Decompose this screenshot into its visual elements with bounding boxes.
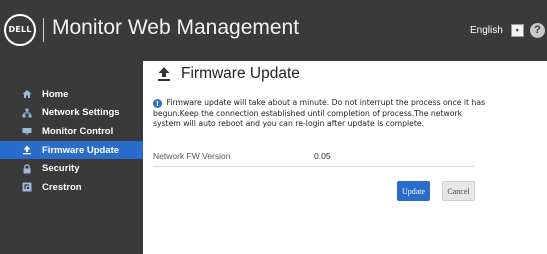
monitor-icon	[22, 126, 32, 136]
firmware-notice: i Firmware update will take about a minu…	[153, 98, 489, 130]
sidebar-item-label: Firmware Update	[42, 144, 120, 156]
fw-version-value: 0.05	[314, 150, 331, 161]
help-icon[interactable]: ?	[530, 23, 545, 38]
chevron-down-icon[interactable]: ▾	[510, 24, 524, 37]
fw-version-row: Network FW Version 0.05	[153, 145, 475, 167]
header-bar: DELL Monitor Web Management English ▾ ?	[0, 0, 547, 61]
sidebar-item-label: Network Settings	[42, 107, 120, 119]
page-title-text: Firmware Update	[181, 65, 300, 82]
sidebar: Home Network Settings Monitor Control Fi…	[0, 61, 143, 254]
header-divider	[43, 18, 44, 42]
sidebar-item-label: Crestron	[42, 181, 82, 193]
app-title: Monitor Web Management	[52, 16, 300, 39]
sidebar-nav: Home Network Settings Monitor Control Fi…	[0, 85, 143, 197]
sidebar-item-home[interactable]: Home	[0, 85, 143, 104]
fw-version-label: Network FW Version	[153, 150, 231, 161]
info-icon: i	[153, 99, 162, 108]
sidebar-item-firmware-update[interactable]: Firmware Update	[0, 140, 143, 160]
sidebar-item-security[interactable]: Security	[0, 159, 143, 178]
sidebar-item-label: Home	[42, 88, 69, 100]
notice-text: Firmware update will take about a minute…	[153, 98, 486, 129]
cancel-button[interactable]: Cancel	[442, 181, 475, 201]
page-title: Firmware Update	[157, 65, 300, 83]
main-content: Firmware Update i Firmware update will t…	[143, 61, 547, 254]
language-value[interactable]: English	[470, 25, 503, 36]
upload-icon	[158, 67, 170, 81]
crestron-icon	[22, 182, 32, 192]
home-icon	[22, 89, 32, 99]
language-selector[interactable]: English ▾	[470, 23, 524, 38]
sidebar-item-monitor-control[interactable]: Monitor Control	[0, 122, 143, 141]
upload-icon	[22, 145, 32, 155]
sidebar-item-label: Monitor Control	[42, 125, 114, 137]
update-button[interactable]: Update	[397, 181, 430, 201]
sidebar-item-network-settings[interactable]: Network Settings	[0, 104, 143, 123]
sidebar-item-crestron[interactable]: Crestron	[0, 178, 143, 197]
network-icon	[22, 108, 32, 118]
lock-icon	[22, 163, 32, 174]
dell-logo[interactable]: DELL	[4, 14, 36, 46]
sidebar-item-label: Security	[42, 163, 80, 175]
